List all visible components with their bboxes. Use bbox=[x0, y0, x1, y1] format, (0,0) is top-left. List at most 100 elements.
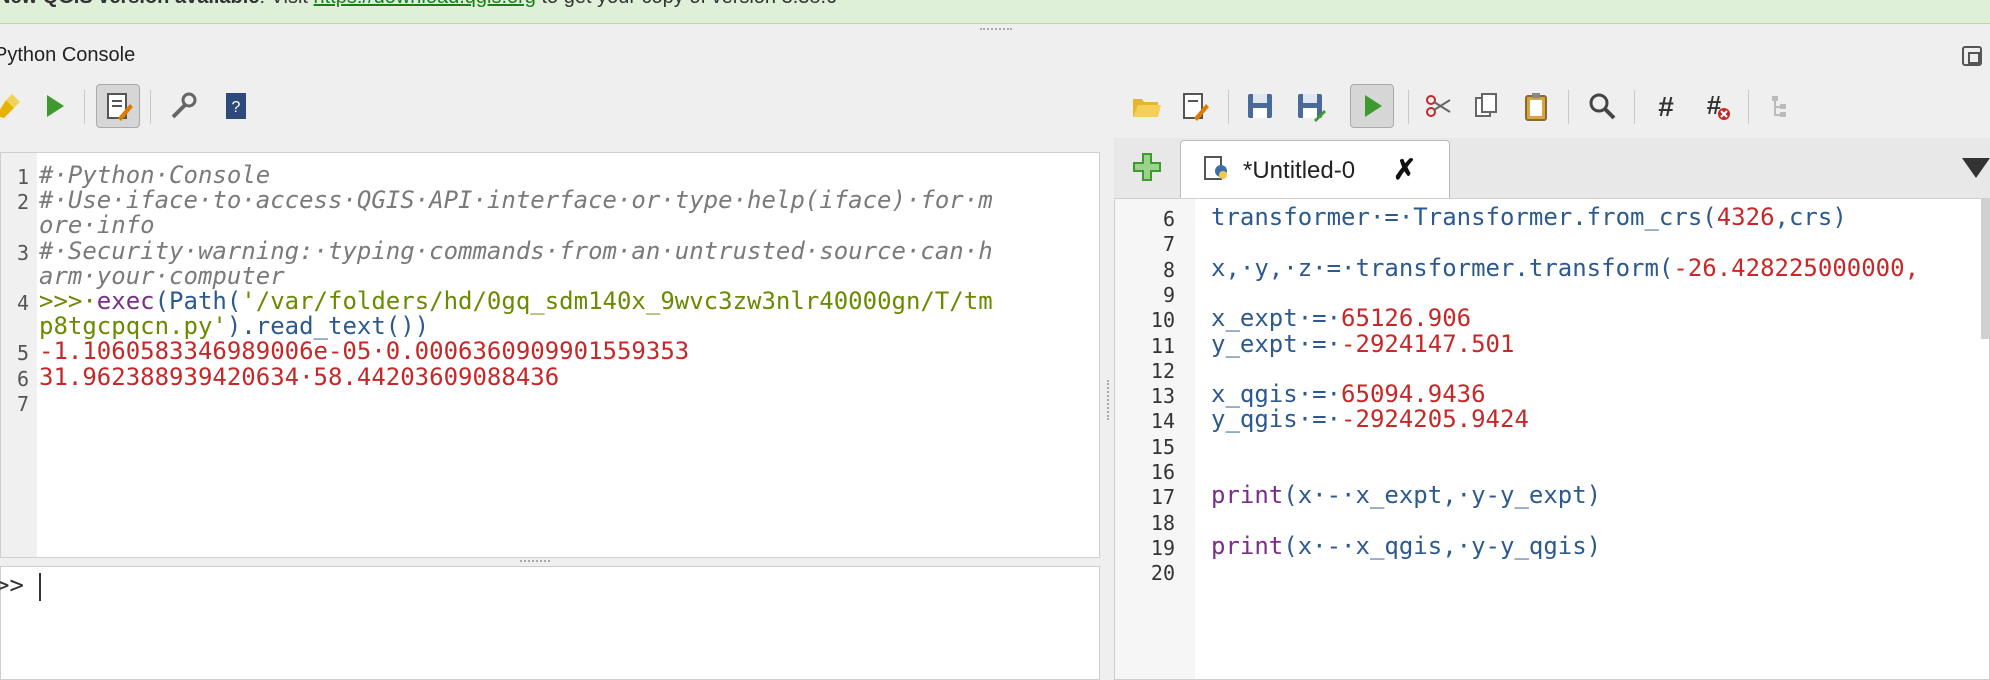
save-as-icon bbox=[1298, 94, 1326, 122]
object-inspector-button[interactable] bbox=[1758, 84, 1802, 128]
open-in-external-editor-button[interactable] bbox=[1172, 84, 1216, 128]
download-link[interactable]: https://download.qgis.org bbox=[314, 0, 536, 8]
code-token: ,crs) bbox=[1774, 203, 1847, 231]
code-token: -2924205.9424 bbox=[1341, 405, 1529, 434]
console-input[interactable]: >> bbox=[0, 566, 1100, 680]
toggle-comment-button[interactable]: # bbox=[1644, 84, 1688, 128]
run-command-icon bbox=[47, 95, 64, 117]
code-line: x,·y,·z·=·transformer.transform(-26.4282… bbox=[1211, 254, 1919, 282]
code-token: 65094.9436 bbox=[1341, 380, 1486, 409]
svg-text:?: ? bbox=[232, 99, 241, 116]
clear-console-button[interactable] bbox=[0, 84, 30, 128]
options-button[interactable] bbox=[162, 84, 206, 128]
show-editor-button[interactable] bbox=[96, 84, 140, 128]
input-prompt: >> bbox=[0, 571, 24, 599]
options-icon bbox=[171, 92, 197, 119]
python-file-icon bbox=[1204, 156, 1227, 180]
code-line: #·Python·Console bbox=[39, 161, 270, 189]
run-command-button[interactable] bbox=[32, 84, 76, 128]
line-number: 3 bbox=[16, 240, 29, 265]
run-script-button[interactable] bbox=[1350, 84, 1394, 128]
tab-label: *Untitled-0 bbox=[1243, 157, 1356, 184]
code-token: (Path( bbox=[154, 287, 242, 315]
line-number: 7 bbox=[16, 391, 29, 416]
cut-icon bbox=[1426, 95, 1451, 117]
open-in-external-editor-icon bbox=[1183, 93, 1209, 121]
code-token: 31.962388939420634·58.44203609088436 bbox=[39, 362, 560, 391]
code-line: p8tgcpqcn.py').read_text()) bbox=[39, 312, 429, 340]
cut-button[interactable] bbox=[1416, 84, 1460, 128]
update-notification-bar: New QGIS version available: Visit https:… bbox=[0, 0, 1990, 24]
code-token: 4326 bbox=[1716, 203, 1775, 231]
undock-icon[interactable] bbox=[1962, 46, 1982, 66]
line-number: 7 bbox=[1162, 232, 1175, 257]
tab-list-dropdown-icon[interactable] bbox=[1962, 158, 1990, 178]
code-token: exec bbox=[96, 287, 155, 315]
script-editor[interactable]: 6 transformer·=·Transformer.from_crs(4326… bbox=[1114, 198, 1990, 680]
open-script-button[interactable] bbox=[1124, 84, 1168, 128]
code-token: x_qgis·=· bbox=[1211, 380, 1342, 409]
code-token: arm·your·computer bbox=[39, 261, 285, 290]
copy-icon bbox=[1475, 93, 1497, 117]
code-line: 31.962388939420634·58.44203609088436 bbox=[39, 363, 559, 391]
notification-middle: : Visit bbox=[259, 0, 313, 8]
line-number: 20 bbox=[1150, 561, 1175, 586]
line-number: 11 bbox=[1150, 333, 1175, 358]
uncomment-button[interactable]: # bbox=[1694, 84, 1738, 128]
console-splitter[interactable] bbox=[520, 560, 550, 563]
save-as-button[interactable] bbox=[1288, 84, 1332, 128]
code-token: y_qgis·=· bbox=[1211, 405, 1342, 434]
code-line: y_expt·=·-2924147.501 bbox=[1211, 330, 1514, 358]
code-token: x,·y,·z·=·transformer.transform( bbox=[1211, 253, 1674, 282]
show-editor-icon bbox=[107, 93, 133, 121]
code-token: print bbox=[1211, 531, 1284, 560]
code-token: 65126.906 bbox=[1341, 304, 1472, 333]
code-token: #·Security·warning:·typing·commands·from… bbox=[39, 236, 993, 265]
code-line: transformer·=·Transformer.from_crs(4326,… bbox=[1211, 203, 1847, 231]
clear-console-icon bbox=[0, 94, 20, 118]
tab-untitled-0[interactable]: *Untitled-0 ✗ bbox=[1180, 140, 1450, 198]
code-line: ore·info bbox=[39, 211, 155, 239]
dock-resize-grip[interactable] bbox=[980, 28, 1012, 32]
line-number: 2 bbox=[16, 190, 29, 215]
code-token: transformer·=·Transformer.from_crs( bbox=[1211, 203, 1717, 231]
code-token: -2924147.501 bbox=[1341, 329, 1515, 358]
line-number: 8 bbox=[1162, 257, 1175, 282]
line-number: 17 bbox=[1150, 485, 1175, 510]
line-number: 18 bbox=[1150, 510, 1175, 535]
help-button[interactable]: ? bbox=[214, 84, 258, 128]
code-token: p8tgcpqcn.py' bbox=[39, 312, 227, 341]
code-token: #·Python·Console bbox=[39, 161, 271, 189]
paste-button[interactable] bbox=[1514, 84, 1558, 128]
new-tab-button[interactable] bbox=[1130, 150, 1164, 184]
line-number: 13 bbox=[1150, 384, 1175, 409]
find-button[interactable] bbox=[1580, 84, 1624, 128]
vertical-scrollbar[interactable] bbox=[1981, 199, 1990, 339]
line-number: 10 bbox=[1150, 308, 1175, 333]
code-token: -26.428225000000, bbox=[1673, 253, 1920, 282]
editor-splitter[interactable] bbox=[1107, 380, 1110, 420]
line-number: 15 bbox=[1150, 434, 1175, 459]
code-line: arm·your·computer bbox=[39, 262, 285, 290]
code-line: print(x·-·x_qgis,·y-y_qgis) bbox=[1211, 532, 1601, 560]
code-token: -1.1060583346989006e-05·0.00063609099015… bbox=[39, 337, 690, 366]
save-button[interactable] bbox=[1238, 84, 1282, 128]
line-number: 6 bbox=[1162, 207, 1175, 231]
console-output[interactable]: 1 #·Python·Console 2 #·Use·iface·to·access·… bbox=[0, 152, 1100, 558]
text-caret bbox=[39, 573, 41, 601]
toggle-comment-icon: # bbox=[1658, 91, 1674, 122]
copy-button[interactable] bbox=[1464, 84, 1508, 128]
close-tab-icon[interactable]: ✗ bbox=[1393, 153, 1416, 186]
find-icon bbox=[1589, 93, 1616, 120]
code-line: >>>·exec(Path('/var/folders/hd/0gq_sdm14… bbox=[39, 287, 993, 315]
notification-tail: to get your copy of version 3.38.0 bbox=[536, 0, 837, 8]
run-script-icon bbox=[1365, 95, 1382, 117]
code-token: ).read_text()) bbox=[226, 312, 430, 341]
open-script-icon bbox=[1133, 99, 1161, 117]
line-number: 4 bbox=[16, 291, 29, 315]
line-number: 16 bbox=[1150, 460, 1175, 484]
line-number: 5 bbox=[16, 341, 29, 366]
toolbar-separator bbox=[150, 90, 151, 124]
uncomment-icon: # bbox=[1707, 90, 1730, 120]
code-line: y_qgis·=·-2924205.9424 bbox=[1211, 405, 1529, 433]
